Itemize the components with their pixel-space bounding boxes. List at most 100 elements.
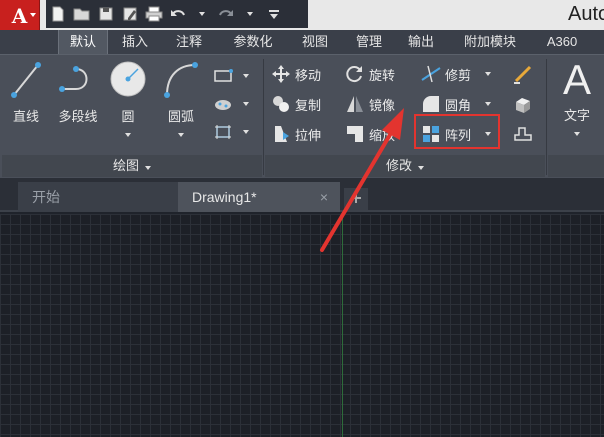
rectangle-tool[interactable] (212, 63, 249, 89)
chevron-down-icon[interactable] (574, 132, 580, 136)
ribbon: 直线 多段线 圆 圆弧 绘图 移动 旋转 修剪 复制 镜像 圆角 拉伸 缩放 阵… (0, 54, 604, 178)
scale-tool[interactable]: 缩放 (344, 121, 395, 147)
fillet-icon (420, 93, 442, 115)
chevron-down-icon[interactable] (190, 2, 214, 26)
rectangle-icon (212, 65, 234, 87)
draw-panel-title[interactable]: 绘图 (2, 155, 262, 177)
polyline-icon (59, 66, 88, 92)
tab-a360[interactable]: A360 (536, 30, 588, 54)
polyline-tool[interactable]: 多段线 (52, 59, 104, 125)
open-icon[interactable] (70, 2, 94, 26)
y-axis-line (342, 214, 343, 437)
file-tab-start-label: 开始 (32, 189, 60, 205)
save-icon[interactable] (94, 2, 118, 26)
circle-icon (110, 61, 146, 97)
saveas-icon[interactable] (118, 2, 142, 26)
tab-annotate[interactable]: 注释 (166, 30, 212, 54)
chevron-down-icon[interactable] (243, 74, 249, 78)
rotate-icon (344, 63, 366, 85)
text-tool[interactable]: A 文字 (554, 57, 600, 139)
stretch-tool[interactable]: 拉伸 (270, 121, 321, 147)
text-tool-glyph: A (562, 56, 591, 103)
trim-tool[interactable]: 修剪 (420, 61, 492, 87)
mirror-tool-label: 镜像 (369, 97, 396, 113)
mirror-tool[interactable]: 镜像 (344, 91, 395, 117)
trim-icon (420, 63, 442, 85)
erase-tool[interactable] (512, 61, 537, 87)
mirror-icon (344, 93, 366, 115)
ribbon-tab-bar: 默认 插入 注释 参数化 视图 管理 输出 附加模块 A360 (0, 30, 604, 54)
offset-tool[interactable] (512, 121, 537, 147)
rotate-tool[interactable]: 旋转 (344, 61, 395, 87)
tab-insert[interactable]: 插入 (112, 30, 158, 54)
copy-tool-label: 复制 (295, 97, 322, 113)
polyline-tool-label: 多段线 (58, 109, 98, 124)
circle-tool-label: 圆 (121, 109, 135, 124)
drawing-canvas[interactable] (0, 214, 604, 437)
quick-access-toolbar (46, 0, 308, 28)
panel-divider (263, 59, 264, 175)
circle-tool[interactable]: 圆 (106, 59, 150, 140)
offset-icon (512, 123, 534, 145)
fillet-tool-label: 圆角 (445, 97, 472, 113)
chevron-down-icon[interactable] (485, 72, 492, 76)
modify-panel-title[interactable]: 修改 (265, 155, 545, 177)
draw-panel-title-label: 绘图 (112, 158, 139, 173)
copy-tool[interactable]: 复制 (270, 91, 321, 117)
app-title: Auto (568, 3, 604, 25)
modify-panel-title-label: 修改 (385, 158, 412, 173)
chevron-down-icon (30, 13, 36, 17)
region-tool[interactable] (212, 119, 249, 145)
close-icon[interactable]: × (320, 182, 328, 212)
trim-highlight-box (414, 114, 500, 149)
file-tab-bar: 开始 Drawing1* × (0, 178, 604, 212)
chevron-down-icon[interactable] (238, 2, 262, 26)
region-icon (212, 121, 234, 143)
explode-icon (512, 93, 534, 115)
eraser-icon (512, 63, 534, 85)
copy-icon (270, 93, 292, 115)
arc-tool[interactable]: 圆弧 (158, 59, 204, 140)
tab-addins[interactable]: 附加模块 (452, 30, 528, 54)
line-icon (11, 62, 41, 98)
file-tab-drawing1[interactable]: Drawing1* × (178, 182, 340, 212)
trim-tool-label: 修剪 (445, 67, 472, 83)
chevron-down-icon[interactable] (178, 133, 184, 137)
qat-menu-icon[interactable] (262, 2, 286, 26)
autocad-window: A Auto 默认 插入 注释 参数化 视图 管理 输出 附加模块 A360 直… (0, 0, 604, 437)
stretch-icon (270, 123, 292, 145)
rotate-tool-label: 旋转 (369, 67, 396, 83)
tab-manage[interactable]: 管理 (346, 30, 392, 54)
print-icon[interactable] (142, 2, 166, 26)
application-menu-button[interactable]: A (0, 0, 40, 32)
redo-icon[interactable] (214, 2, 238, 26)
chevron-down-icon[interactable] (243, 130, 249, 134)
explode-tool[interactable] (512, 91, 537, 117)
chevron-down-icon (418, 166, 424, 170)
chevron-down-icon (145, 166, 151, 170)
line-tool[interactable]: 直线 (6, 59, 46, 125)
tab-parametric[interactable]: 参数化 (222, 30, 284, 54)
new-icon[interactable] (46, 2, 70, 26)
undo-icon[interactable] (166, 2, 190, 26)
panel-divider (546, 59, 547, 175)
tab-view[interactable]: 视图 (292, 30, 338, 54)
tab-output[interactable]: 输出 (398, 30, 444, 54)
chevron-down-icon[interactable] (125, 133, 131, 137)
tab-home[interactable]: 默认 (58, 30, 108, 54)
autocad-logo-icon: A (11, 4, 28, 28)
chevron-down-icon[interactable] (485, 102, 492, 106)
hatch-icon (212, 93, 234, 115)
annotation-panel-title[interactable] (548, 155, 604, 177)
move-tool-label: 移动 (295, 67, 322, 83)
chevron-down-icon[interactable] (243, 102, 249, 106)
stretch-tool-label: 拉伸 (295, 127, 322, 143)
arc-tool-label: 圆弧 (167, 109, 194, 124)
line-tool-label: 直线 (12, 109, 39, 124)
scale-icon (344, 123, 366, 145)
new-tab-button[interactable] (344, 188, 368, 210)
file-tab-drawing1-label: Drawing1* (192, 189, 257, 205)
file-tab-start[interactable]: 开始 (18, 182, 180, 212)
move-tool[interactable]: 移动 (270, 61, 321, 87)
hatch-tool[interactable] (212, 91, 249, 117)
